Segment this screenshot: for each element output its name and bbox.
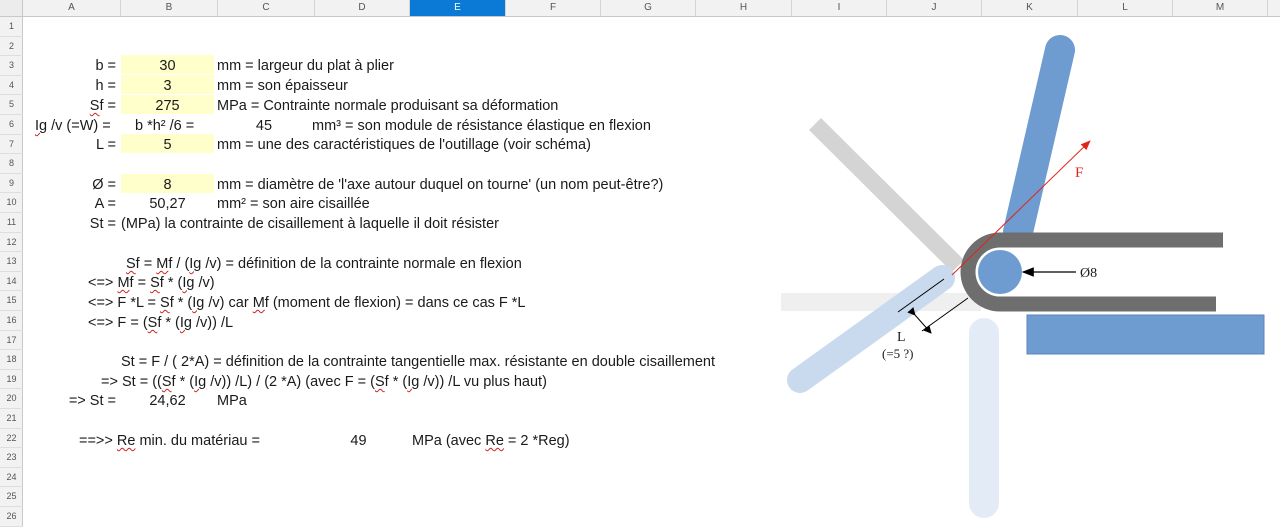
axis-pin	[978, 250, 1022, 294]
l-label: L	[897, 330, 906, 345]
bending-diagram: F Ø8 L (=5 ?)	[781, 35, 1265, 518]
force-label: F	[1075, 165, 1083, 181]
l-note: (=5 ?)	[882, 346, 914, 361]
ghost-plate-vertical	[969, 318, 999, 518]
diameter-label: Ø8	[1080, 266, 1097, 281]
lower-plate	[1026, 314, 1265, 355]
tool-arm-grey	[809, 117, 964, 273]
